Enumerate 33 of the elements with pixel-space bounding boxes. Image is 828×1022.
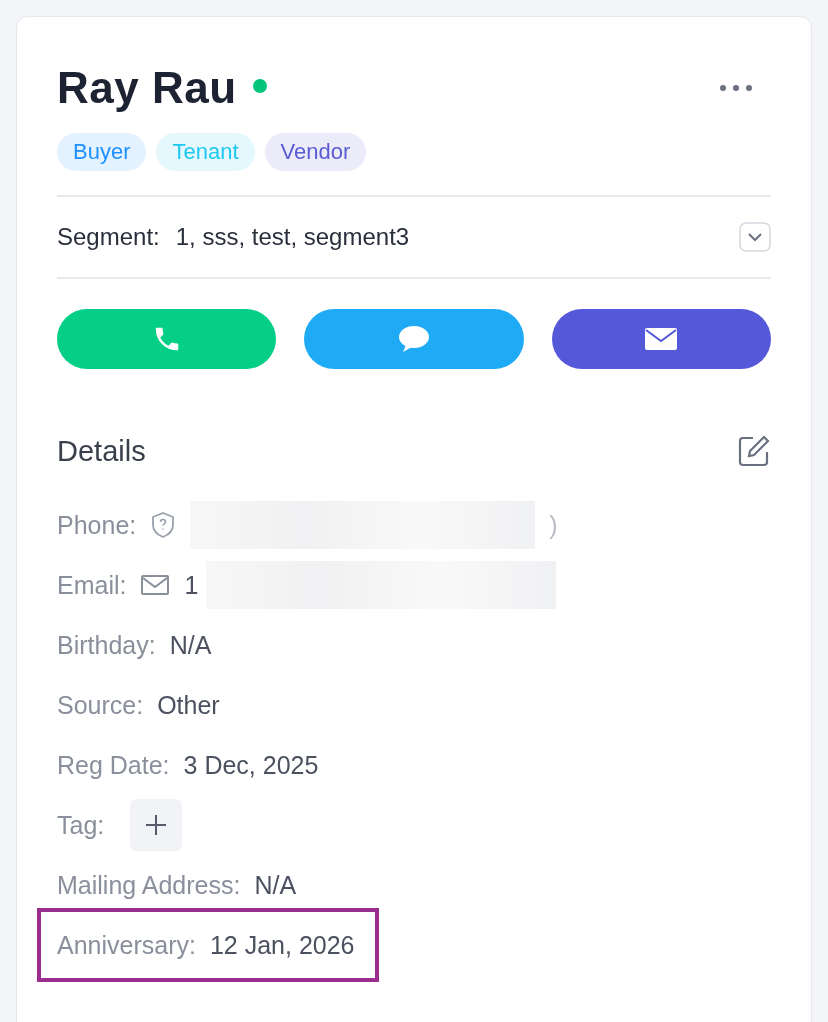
- edit-icon[interactable]: [737, 434, 771, 468]
- field-label: Mailing Address:: [57, 870, 241, 900]
- field-label: Birthday:: [57, 630, 156, 660]
- field-value: 12 Jan, 2026: [209, 930, 355, 960]
- chat-bubble-icon: [397, 324, 431, 354]
- field-value: Other: [157, 690, 220, 720]
- plus-icon: [144, 813, 169, 837]
- field-label: Reg Date:: [57, 750, 170, 780]
- field-label: Tag:: [57, 810, 105, 840]
- email-button[interactable]: [551, 309, 771, 369]
- role-tag: Buyer: [57, 133, 147, 171]
- field-value: ): [549, 510, 558, 540]
- section-title: Details: [57, 434, 146, 468]
- field-label: Email:: [57, 570, 127, 600]
- message-button[interactable]: [304, 309, 524, 369]
- add-tag-button[interactable]: [130, 799, 183, 851]
- chevron-down-icon[interactable]: [739, 222, 771, 252]
- contact-name: Ray Rau: [57, 63, 237, 113]
- segment-value: 1, sss, test, segment3: [175, 223, 410, 251]
- more-icon[interactable]: [719, 84, 753, 92]
- field-value: N/A: [254, 870, 297, 900]
- envelope-icon: [140, 574, 171, 596]
- field-value: 1: [184, 570, 199, 600]
- field-value: 3 Dec, 2025: [183, 750, 319, 780]
- field-label: Source:: [57, 690, 144, 720]
- shield-question-icon: [150, 511, 177, 539]
- role-tag: Vendor: [264, 133, 367, 171]
- role-tag: Tenant: [156, 133, 255, 171]
- field-value: N/A: [169, 630, 212, 660]
- field-label: Phone:: [57, 510, 137, 540]
- envelope-icon: [644, 327, 679, 351]
- field-label: Anniversary:: [57, 930, 196, 960]
- segment-label: Segment:: [57, 223, 160, 251]
